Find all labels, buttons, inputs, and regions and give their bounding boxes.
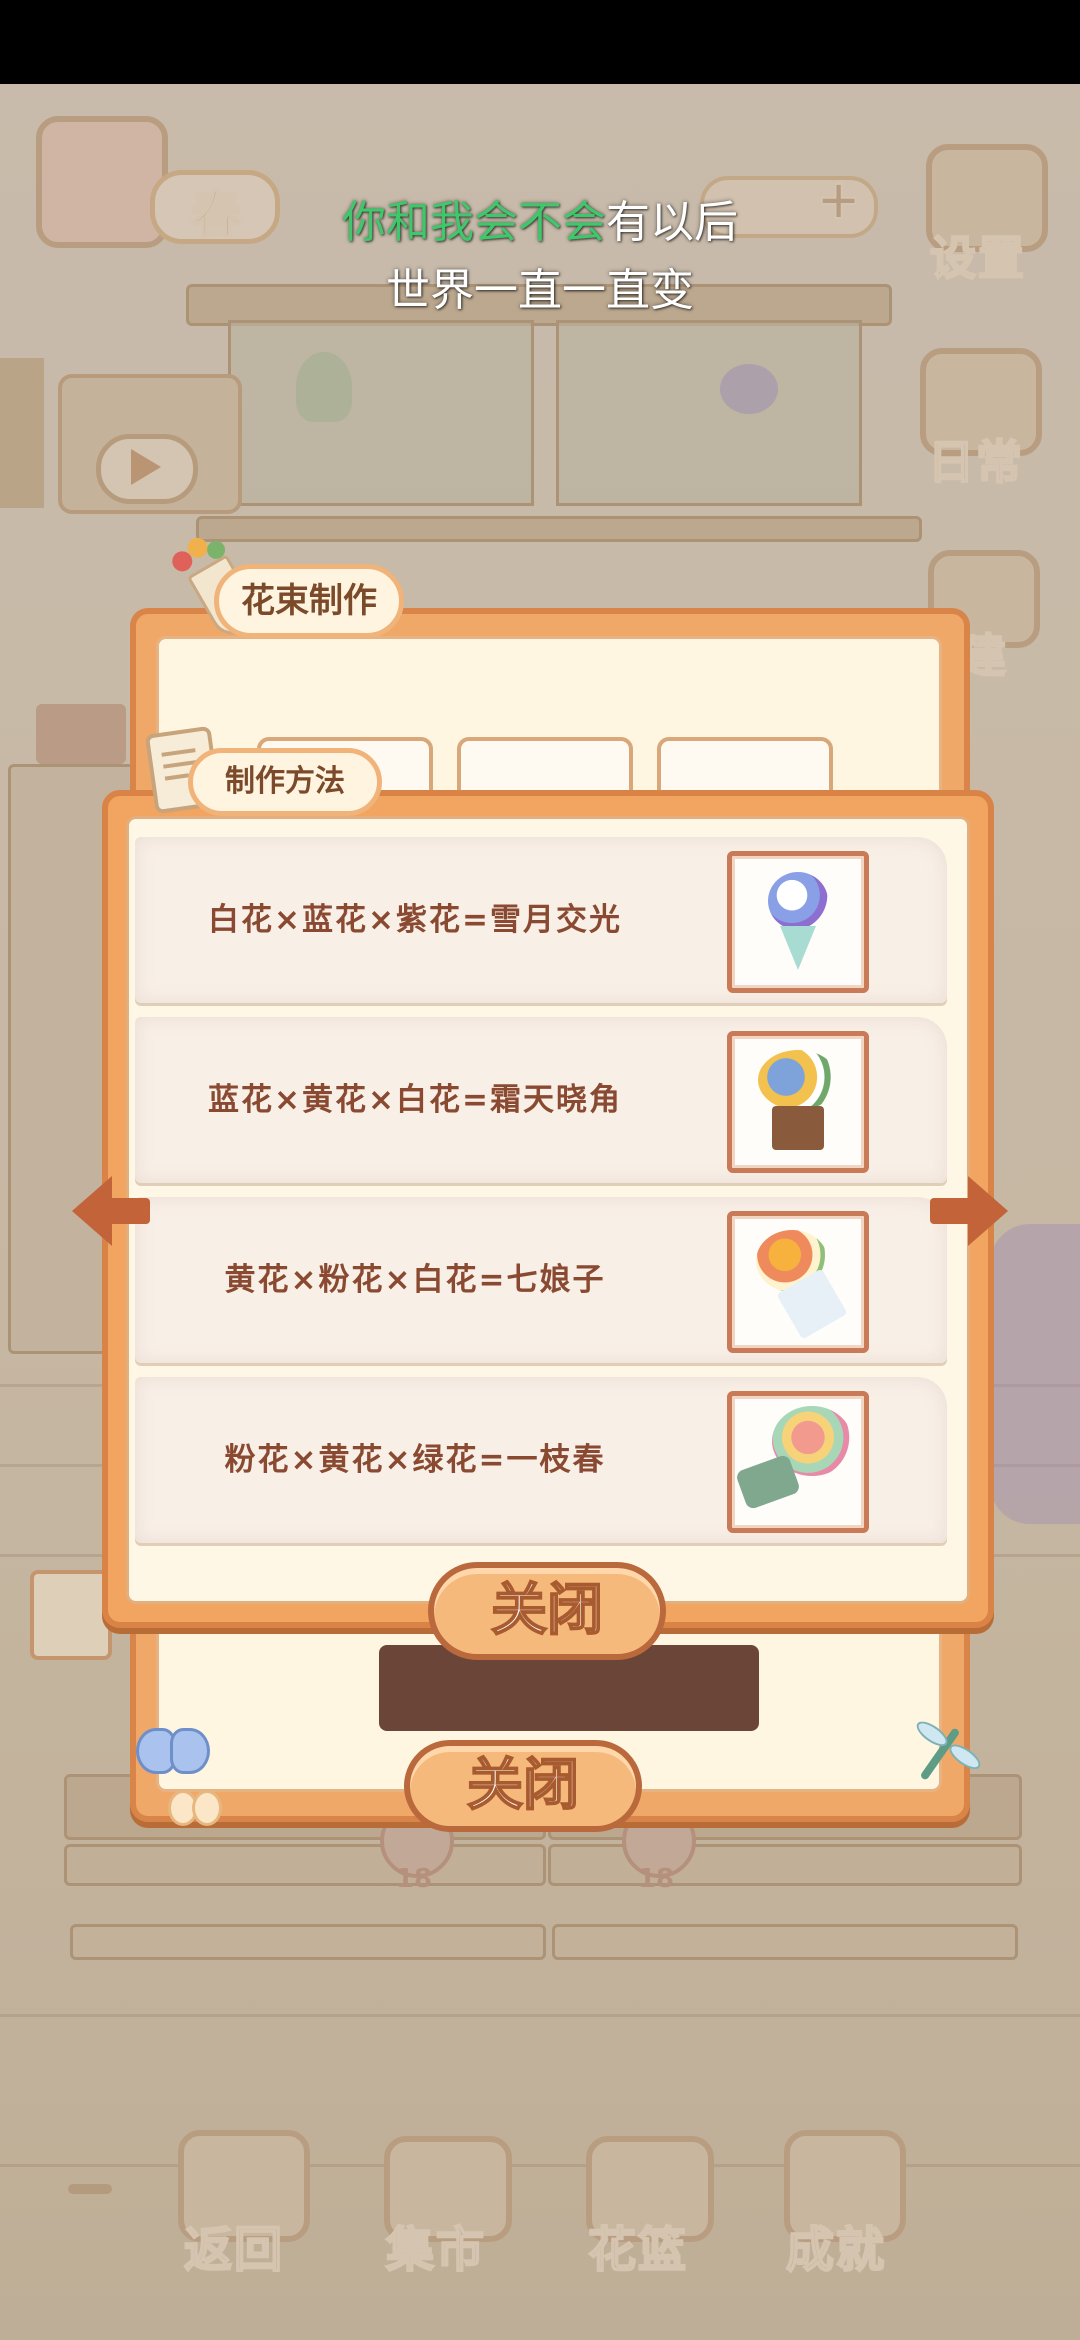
bouquet-yellow-pink-icon: [727, 1211, 869, 1353]
recipe-panel: 白花×蓝花×紫花=雪月交光 蓝花×黄花×白花=霜天晓角 黄花×粉花×白花=七娘子…: [102, 790, 994, 1628]
next-page-arrow[interactable]: [930, 1176, 1008, 1246]
lyric-line-2: 世界一直一直变: [386, 265, 694, 316]
prev-page-arrow[interactable]: [72, 1176, 150, 1246]
status-bar: [0, 0, 1080, 84]
bouquet-close-button[interactable]: 关闭: [404, 1740, 642, 1832]
butterfly-small-icon: [168, 1790, 222, 1830]
bouquet-panel-title: 花束制作: [214, 564, 404, 638]
recipe-list: 白花×蓝花×紫花=雪月交光 蓝花×黄花×白花=霜天晓角 黄花×粉花×白花=七娘子…: [126, 816, 970, 1604]
recipe-formula: 粉花×黄花×绿花=一枝春: [224, 1442, 606, 1478]
lyric-line-1: 你和我会不会有以后: [0, 186, 1080, 250]
bouquet-white-blue-purple-icon: [727, 851, 869, 993]
bouquet-basket-blue-yellow-icon: [727, 1031, 869, 1173]
bouquet-pink-green-icon: [727, 1391, 869, 1533]
recipe-card[interactable]: 黄花×粉花×白花=七娘子: [135, 1197, 947, 1363]
recipe-formula: 白花×蓝花×紫花=雪月交光: [208, 902, 622, 938]
butterfly-icon: [136, 1728, 210, 1788]
lyric-highlight: 你和我会不会: [342, 197, 606, 248]
recipe-formula: 蓝花×黄花×白花=霜天晓角: [208, 1082, 622, 1118]
recipe-card[interactable]: 粉花×黄花×绿花=一枝春: [135, 1377, 947, 1543]
recipe-card[interactable]: 白花×蓝花×紫花=雪月交光: [135, 837, 947, 1003]
recipe-card[interactable]: 蓝花×黄花×白花=霜天晓角: [135, 1017, 947, 1183]
recipe-panel-title: 制作方法: [188, 748, 382, 816]
lyric-rest: 有以后: [606, 197, 738, 248]
recipe-close-button[interactable]: 关闭: [428, 1562, 666, 1660]
recipe-formula: 黄花×粉花×白花=七娘子: [224, 1262, 606, 1298]
